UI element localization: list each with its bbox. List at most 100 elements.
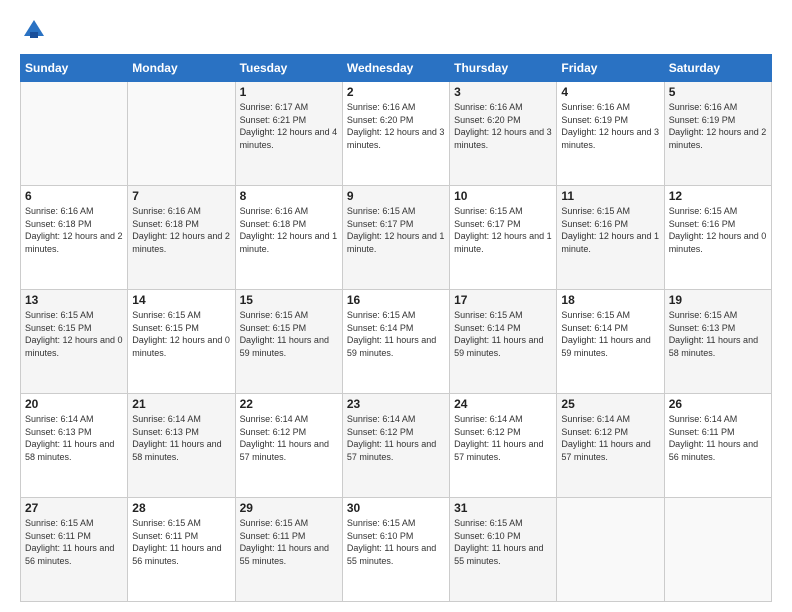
weekday-header-thursday: Thursday [450, 55, 557, 82]
day-number: 20 [25, 397, 123, 411]
day-number: 11 [561, 189, 659, 203]
day-info: Sunrise: 6:15 AMSunset: 6:11 PMDaylight:… [240, 517, 338, 567]
calendar-cell: 25Sunrise: 6:14 AMSunset: 6:12 PMDayligh… [557, 394, 664, 498]
calendar-cell: 1 Sunrise: 6:17 AMSunset: 6:21 PMDaylight… [235, 82, 342, 186]
calendar-cell [21, 82, 128, 186]
day-info: Sunrise: 6:15 AMSunset: 6:14 PMDaylight:… [454, 309, 552, 359]
day-info: Sunrise: 6:16 AMSunset: 6:20 PMDaylight:… [347, 101, 445, 151]
day-number: 28 [132, 501, 230, 515]
calendar-cell: 18 Sunrise: 6:15 AMSunset: 6:14 PMDayligh… [557, 290, 664, 394]
day-number: 17 [454, 293, 552, 307]
calendar-week-row: 6 Sunrise: 6:16 AMSunset: 6:18 PMDaylight… [21, 186, 772, 290]
calendar-cell: 19 Sunrise: 6:15 AMSunset: 6:13 PMDayligh… [664, 290, 771, 394]
day-info: Sunrise: 6:16 AMSunset: 6:18 PMDaylight:… [25, 205, 123, 255]
day-number: 31 [454, 501, 552, 515]
calendar-week-row: 1 Sunrise: 6:17 AMSunset: 6:21 PMDaylight… [21, 82, 772, 186]
day-info: Sunrise: 6:15 AMSunset: 6:15 PMDaylight:… [132, 309, 230, 359]
calendar-cell: 21 Sunrise: 6:14 AMSunset: 6:13 PMDayligh… [128, 394, 235, 498]
calendar-week-row: 13 Sunrise: 6:15 AMSunset: 6:15 PMDayligh… [21, 290, 772, 394]
day-info: Sunrise: 6:15 AMSunset: 6:15 PMDaylight:… [25, 309, 123, 359]
calendar-cell: 13 Sunrise: 6:15 AMSunset: 6:15 PMDayligh… [21, 290, 128, 394]
day-number: 16 [347, 293, 445, 307]
page-header [20, 16, 772, 44]
day-info: Sunrise: 6:15 AMSunset: 6:17 PMDaylight:… [454, 205, 552, 255]
calendar-week-row: 27 Sunrise: 6:15 AMSunset: 6:11 PMDayligh… [21, 498, 772, 602]
day-info: Sunrise: 6:14 AMSunset: 6:12 PMDaylight:… [347, 413, 445, 463]
calendar-cell: 15 Sunrise: 6:15 AMSunset: 6:15 PMDayligh… [235, 290, 342, 394]
day-info: Sunrise: 6:15 AMSunset: 6:10 PMDaylight:… [454, 517, 552, 567]
calendar-cell [664, 498, 771, 602]
logo-icon [20, 16, 48, 44]
calendar-cell: 31 Sunrise: 6:15 AMSunset: 6:10 PMDayligh… [450, 498, 557, 602]
calendar-cell [128, 82, 235, 186]
day-number: 27 [25, 501, 123, 515]
calendar-cell: 23 Sunrise: 6:14 AMSunset: 6:12 PMDayligh… [342, 394, 449, 498]
day-info: Sunrise: 6:16 AMSunset: 6:19 PMDaylight:… [561, 101, 659, 151]
day-info: Sunrise: 6:14 AMSunset: 6:12 PMDaylight:… [561, 413, 659, 463]
day-info: Sunrise: 6:15 AMSunset: 6:16 PMDaylight:… [669, 205, 767, 255]
day-info: Sunrise: 6:14 AMSunset: 6:13 PMDaylight:… [132, 413, 230, 463]
weekday-header-row: SundayMondayTuesdayWednesdayThursdayFrid… [21, 55, 772, 82]
calendar-cell: 29Sunrise: 6:15 AMSunset: 6:11 PMDayligh… [235, 498, 342, 602]
day-number: 6 [25, 189, 123, 203]
day-info: Sunrise: 6:15 AMSunset: 6:16 PMDaylight:… [561, 205, 659, 255]
calendar-cell: 5 Sunrise: 6:16 AMSunset: 6:19 PMDaylight… [664, 82, 771, 186]
calendar-cell: 6 Sunrise: 6:16 AMSunset: 6:18 PMDaylight… [21, 186, 128, 290]
day-info: Sunrise: 6:14 AMSunset: 6:12 PMDaylight:… [240, 413, 338, 463]
calendar-cell: 14 Sunrise: 6:15 AMSunset: 6:15 PMDayligh… [128, 290, 235, 394]
day-info: Sunrise: 6:15 AMSunset: 6:14 PMDaylight:… [347, 309, 445, 359]
day-number: 21 [132, 397, 230, 411]
weekday-header-wednesday: Wednesday [342, 55, 449, 82]
day-number: 18 [561, 293, 659, 307]
day-info: Sunrise: 6:15 AMSunset: 6:17 PMDaylight:… [347, 205, 445, 255]
day-number: 10 [454, 189, 552, 203]
day-number: 5 [669, 85, 767, 99]
day-number: 12 [669, 189, 767, 203]
calendar-table: SundayMondayTuesdayWednesdayThursdayFrid… [20, 54, 772, 602]
calendar-cell: 11 Sunrise: 6:15 AMSunset: 6:16 PMDayligh… [557, 186, 664, 290]
weekday-header-saturday: Saturday [664, 55, 771, 82]
day-info: Sunrise: 6:15 AMSunset: 6:10 PMDaylight:… [347, 517, 445, 567]
day-info: Sunrise: 6:17 AMSunset: 6:21 PMDaylight:… [240, 101, 338, 151]
calendar-cell: 22 Sunrise: 6:14 AMSunset: 6:12 PMDayligh… [235, 394, 342, 498]
day-info: Sunrise: 6:16 AMSunset: 6:19 PMDaylight:… [669, 101, 767, 151]
day-info: Sunrise: 6:15 AMSunset: 6:15 PMDaylight:… [240, 309, 338, 359]
day-number: 15 [240, 293, 338, 307]
day-number: 2 [347, 85, 445, 99]
day-info: Sunrise: 6:15 AMSunset: 6:13 PMDaylight:… [669, 309, 767, 359]
day-info: Sunrise: 6:16 AMSunset: 6:18 PMDaylight:… [240, 205, 338, 255]
day-info: Sunrise: 6:14 AMSunset: 6:12 PMDaylight:… [454, 413, 552, 463]
day-number: 3 [454, 85, 552, 99]
day-info: Sunrise: 6:14 AMSunset: 6:11 PMDaylight:… [669, 413, 767, 463]
weekday-header-tuesday: Tuesday [235, 55, 342, 82]
day-number: 19 [669, 293, 767, 307]
day-info: Sunrise: 6:15 AMSunset: 6:14 PMDaylight:… [561, 309, 659, 359]
day-number: 30 [347, 501, 445, 515]
day-number: 13 [25, 293, 123, 307]
calendar-week-row: 20 Sunrise: 6:14 AMSunset: 6:13 PMDayligh… [21, 394, 772, 498]
calendar-cell: 10 Sunrise: 6:15 AMSunset: 6:17 PMDayligh… [450, 186, 557, 290]
calendar-cell: 3 Sunrise: 6:16 AMSunset: 6:20 PMDaylight… [450, 82, 557, 186]
day-number: 7 [132, 189, 230, 203]
calendar-cell: 16 Sunrise: 6:15 AMSunset: 6:14 PMDayligh… [342, 290, 449, 394]
logo [20, 16, 52, 44]
day-number: 1 [240, 85, 338, 99]
day-number: 26 [669, 397, 767, 411]
day-number: 8 [240, 189, 338, 203]
day-number: 23 [347, 397, 445, 411]
day-info: Sunrise: 6:14 AMSunset: 6:13 PMDaylight:… [25, 413, 123, 463]
calendar-cell: 2 Sunrise: 6:16 AMSunset: 6:20 PMDaylight… [342, 82, 449, 186]
calendar-cell: 28 Sunrise: 6:15 AMSunset: 6:11 PMDayligh… [128, 498, 235, 602]
day-number: 22 [240, 397, 338, 411]
day-info: Sunrise: 6:15 AMSunset: 6:11 PMDaylight:… [25, 517, 123, 567]
calendar-cell: 24Sunrise: 6:14 AMSunset: 6:12 PMDayligh… [450, 394, 557, 498]
calendar-cell: 20 Sunrise: 6:14 AMSunset: 6:13 PMDayligh… [21, 394, 128, 498]
day-info: Sunrise: 6:15 AMSunset: 6:11 PMDaylight:… [132, 517, 230, 567]
day-number: 4 [561, 85, 659, 99]
calendar-cell: 27 Sunrise: 6:15 AMSunset: 6:11 PMDayligh… [21, 498, 128, 602]
calendar-cell: 4 Sunrise: 6:16 AMSunset: 6:19 PMDaylight… [557, 82, 664, 186]
day-info: Sunrise: 6:16 AMSunset: 6:20 PMDaylight:… [454, 101, 552, 151]
calendar-cell: 7Sunrise: 6:16 AMSunset: 6:18 PMDaylight… [128, 186, 235, 290]
calendar-cell: 12 Sunrise: 6:15 AMSunset: 6:16 PMDayligh… [664, 186, 771, 290]
day-number: 14 [132, 293, 230, 307]
